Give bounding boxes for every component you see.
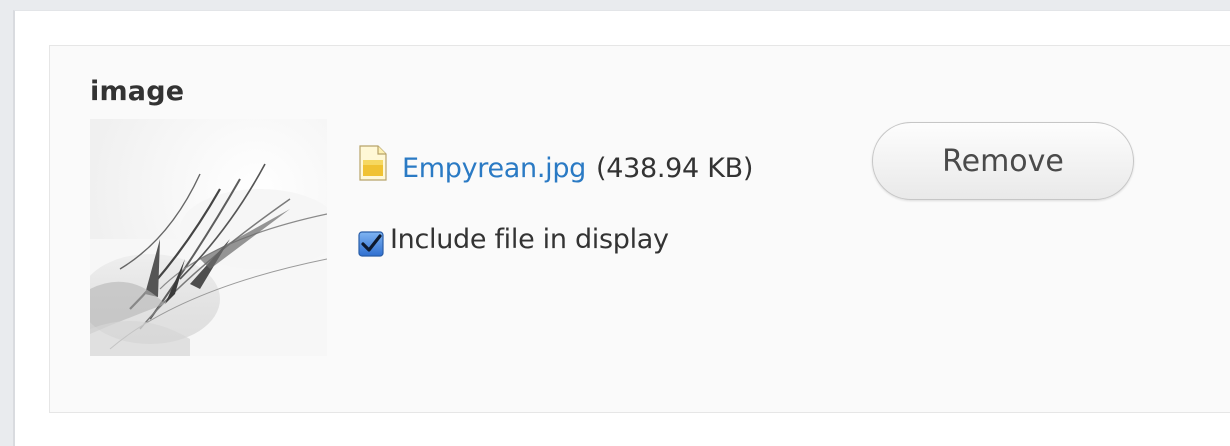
file-info-row: Empyrean.jpg (438.94 KB)	[358, 128, 753, 208]
image-file-icon	[358, 145, 388, 181]
file-name-link[interactable]: Empyrean.jpg	[402, 153, 586, 184]
remove-button[interactable]: Remove	[872, 122, 1134, 200]
image-field-wrapper: image Empyrean.jpg (438.94 KB) Remove In…	[49, 45, 1230, 413]
abstract-artwork-icon	[90, 119, 327, 356]
field-label: image	[90, 76, 185, 107]
include-file-option: Include file in display	[358, 224, 669, 257]
page-content: image Empyrean.jpg (438.94 KB) Remove In…	[13, 10, 1230, 446]
include-file-checkbox[interactable]	[358, 230, 384, 257]
file-size: (438.94 KB)	[596, 152, 754, 184]
checkmark-icon	[358, 230, 384, 257]
include-file-label[interactable]: Include file in display	[390, 224, 669, 255]
image-thumbnail	[90, 119, 327, 356]
